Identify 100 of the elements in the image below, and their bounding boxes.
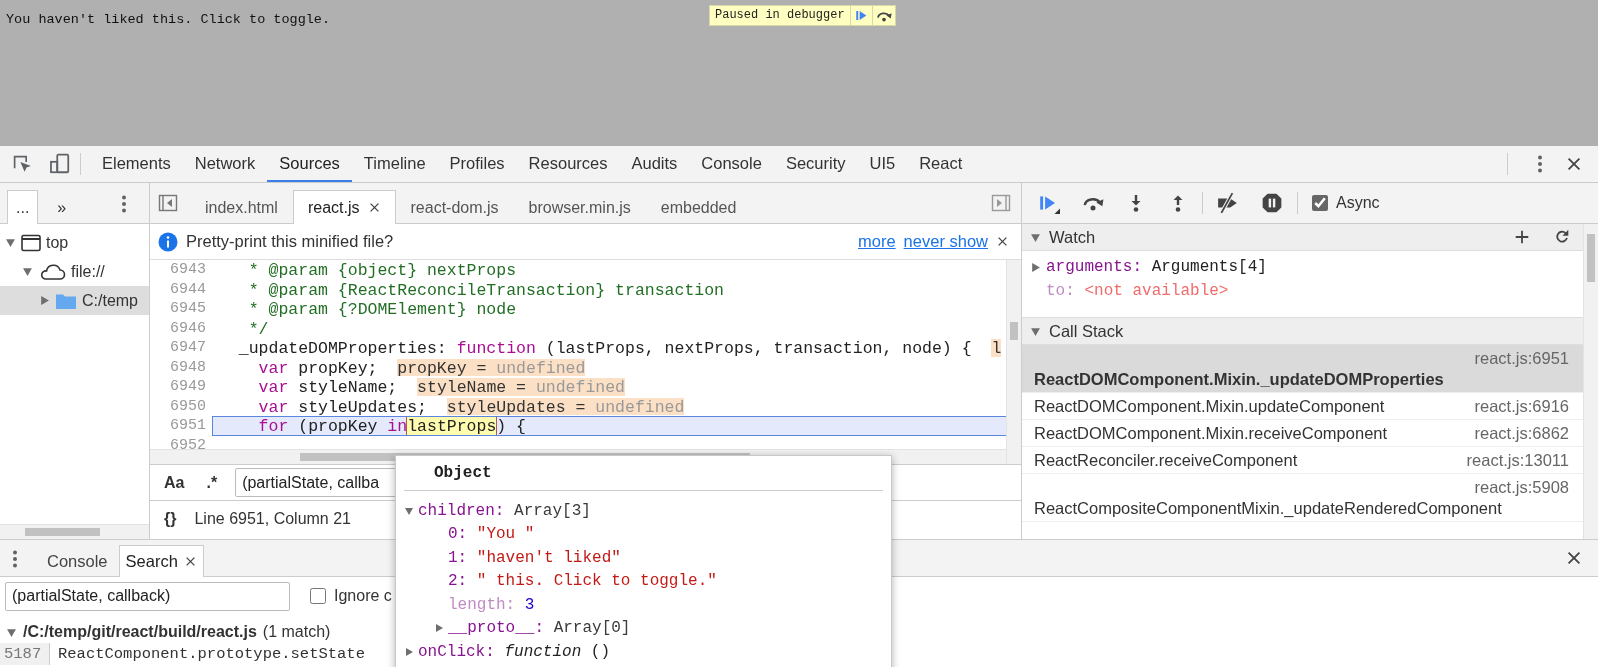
expand-triangle-icon[interactable] bbox=[39, 295, 50, 306]
infobar-link[interactable]: more bbox=[858, 229, 896, 254]
object-property: length: 3 bbox=[448, 594, 535, 616]
code-text: styleName; bbox=[298, 378, 398, 396]
regex-button[interactable]: .* bbox=[202, 470, 222, 495]
file-tab[interactable]: index.html bbox=[190, 190, 293, 224]
panel-tab[interactable]: Console bbox=[689, 146, 774, 182]
file-tab-label: react.js bbox=[307, 197, 360, 218]
panel-tab[interactable]: Profiles bbox=[437, 146, 517, 182]
refresh-icon[interactable] bbox=[1553, 228, 1571, 246]
step-over-button[interactable] bbox=[871, 6, 895, 25]
infobar-message: Pretty-print this minified file? bbox=[186, 231, 394, 253]
collapse-triangle-icon[interactable] bbox=[1030, 325, 1041, 337]
more-icon[interactable] bbox=[1537, 154, 1543, 174]
section-title: Call Stack bbox=[1049, 320, 1124, 342]
collapse-triangle-icon[interactable] bbox=[5, 237, 16, 248]
tree-item-label: file:// bbox=[71, 261, 105, 282]
paused-label: Paused in debugger bbox=[714, 7, 846, 24]
sidebar-toggle-icon[interactable] bbox=[991, 193, 1011, 213]
call-frame[interactable]: ReactDOMComponent.Mixin.updateComponent react.js:6916 bbox=[1022, 393, 1583, 420]
panel-tab[interactable]: Network bbox=[182, 146, 268, 182]
panel-tab[interactable]: Resources bbox=[516, 146, 620, 182]
expand-triangle-icon[interactable] bbox=[1030, 261, 1041, 273]
file-tab[interactable]: react.js bbox=[292, 190, 396, 224]
frame-function: ReactDOMComponent.Mixin.updateComponent bbox=[1034, 396, 1385, 417]
close-icon[interactable] bbox=[1565, 155, 1583, 173]
expand-triangle-icon[interactable] bbox=[434, 623, 444, 634]
frame-location: react.js:6862 bbox=[1474, 423, 1569, 444]
panel-tab[interactable]: React bbox=[907, 146, 975, 182]
panel-tab[interactable]: Elements bbox=[90, 146, 183, 182]
close-icon[interactable] bbox=[996, 235, 1009, 248]
async-checkbox[interactable] bbox=[1312, 195, 1328, 211]
object-property: 0: "You " bbox=[448, 524, 535, 546]
object-property: 2: " this. Click to toggle." bbox=[448, 571, 717, 593]
code-text: styleUpdates; bbox=[298, 397, 427, 416]
line-number: 6952 bbox=[169, 435, 207, 450]
inline-value: l bbox=[991, 339, 1002, 357]
result-file[interactable]: /C:/temp/git/react/build/react.js bbox=[23, 620, 257, 644]
search-field[interactable]: (partialState, callback) bbox=[5, 581, 290, 611]
match-case-button[interactable]: Aa bbox=[160, 470, 189, 495]
code-keyword: for bbox=[258, 417, 289, 435]
file-tab[interactable]: react-dom.js bbox=[395, 190, 514, 224]
horizontal-scrollbar[interactable] bbox=[0, 524, 149, 539]
line-number: 6951 bbox=[169, 416, 207, 436]
close-icon[interactable] bbox=[1565, 549, 1583, 567]
call-frame[interactable]: react.js:5908 ReactCompositeComponentMixin._updateRenderedComponent bbox=[1022, 474, 1583, 522]
add-icon[interactable] bbox=[1513, 228, 1531, 246]
object-property: __proto__: Array[0] bbox=[448, 618, 631, 640]
tree-item[interactable]: file:// bbox=[0, 257, 149, 286]
cursor-position: Line 6951, Column 21 bbox=[194, 509, 351, 529]
collapse-triangle-icon[interactable] bbox=[22, 266, 33, 277]
call-frame[interactable]: ReactDOMComponent.Mixin.receiveComponent react.js:6862 bbox=[1022, 420, 1583, 447]
hovered-token: lastProps bbox=[407, 417, 497, 435]
panel-tab[interactable]: Audits bbox=[619, 146, 690, 182]
inline-value: styleUpdates = undefined bbox=[446, 397, 685, 416]
more-icon[interactable] bbox=[12, 549, 18, 569]
more-icon[interactable] bbox=[121, 194, 127, 214]
code-text: (lastProps, nextProps, transaction, node) { bbox=[545, 339, 972, 357]
panel-tab[interactable]: Security bbox=[773, 146, 858, 182]
file-tab[interactable]: browser.min.js bbox=[513, 190, 646, 224]
tree-item[interactable]: top bbox=[0, 228, 149, 257]
expand-triangle-icon[interactable] bbox=[404, 646, 414, 657]
ignore-case-checkbox[interactable] bbox=[310, 588, 326, 604]
line-number: 6950 bbox=[169, 396, 207, 416]
call-frame[interactable]: ReactReconciler.receiveComponent react.js:13011 bbox=[1022, 447, 1583, 474]
panel-tab[interactable]: UI5 bbox=[857, 146, 908, 182]
collapse-triangle-icon[interactable] bbox=[6, 626, 17, 638]
code-keyword: in bbox=[387, 417, 408, 435]
inline-value: styleName = undefined bbox=[417, 378, 626, 396]
code-text: (propKey bbox=[298, 417, 378, 435]
pretty-print-button[interactable]: {} bbox=[160, 507, 181, 531]
tree-item[interactable]: C:/temp bbox=[0, 286, 149, 315]
drawer-tab[interactable]: Search bbox=[118, 545, 204, 577]
code-keyword: var bbox=[258, 397, 289, 416]
play-icon bbox=[853, 8, 869, 23]
file-tab[interactable]: embedded bbox=[645, 190, 752, 224]
sidebar-toggle-icon[interactable] bbox=[158, 193, 178, 213]
navigator-tab[interactable]: ... bbox=[7, 190, 39, 224]
drawer-tab[interactable]: Console bbox=[40, 545, 115, 577]
device-icon[interactable] bbox=[49, 153, 71, 175]
frame-function: ReactDOMComponent.Mixin._updateDOMProperties bbox=[1034, 369, 1444, 390]
call-frame[interactable]: react.js:6951 ReactDOMComponent.Mixin._updateDOMProperties bbox=[1022, 345, 1583, 393]
vertical-scrollbar[interactable] bbox=[1583, 224, 1598, 539]
line-number: 6948 bbox=[169, 357, 207, 377]
frame-location: react.js:13011 bbox=[1466, 450, 1569, 471]
frame-function: ReactReconciler.receiveComponent bbox=[1034, 450, 1298, 471]
collapse-triangle-icon[interactable] bbox=[404, 505, 414, 516]
match-text[interactable]: ReactComponent.prototype.setState bbox=[50, 643, 365, 665]
async-label: Async bbox=[1336, 193, 1380, 213]
watch-expression: to: <not available> bbox=[1046, 281, 1229, 302]
infobar-link[interactable]: never show bbox=[903, 229, 988, 254]
deactivate-breakpoints-icon[interactable] bbox=[1217, 192, 1239, 214]
panel-tab[interactable]: Timeline bbox=[351, 146, 438, 182]
vertical-scrollbar[interactable] bbox=[1006, 260, 1021, 464]
navigator-tab[interactable]: » bbox=[48, 190, 76, 224]
pause-on-exceptions-icon[interactable] bbox=[1261, 192, 1283, 214]
file-tab-label: browser.min.js bbox=[528, 197, 631, 218]
code-keyword: var bbox=[258, 378, 289, 396]
collapse-triangle-icon[interactable] bbox=[1030, 231, 1041, 243]
cloud-icon bbox=[38, 261, 66, 282]
